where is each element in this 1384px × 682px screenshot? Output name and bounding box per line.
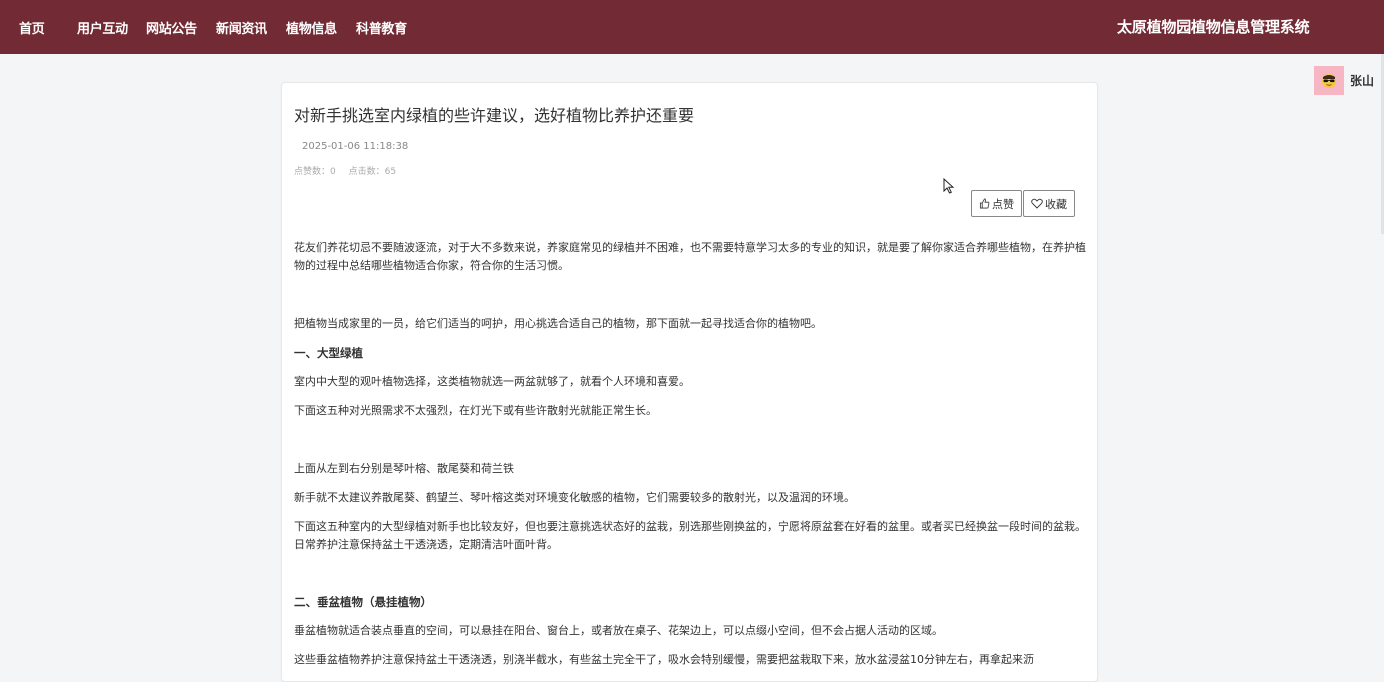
user-name[interactable]: 张山 [1350,72,1374,89]
user-menu[interactable]: 张山 [1314,66,1374,95]
article-card: 对新手挑选室内绿植的些许建议，选好植物比养护还重要 2025-01-06 11:… [281,82,1098,682]
favorite-button-label: 收藏 [1045,197,1067,211]
article-paragraph: 花友们养花切忌不要随波逐流，对于大不多数来说，养家庭常见的绿植并不困难，也不需要… [294,241,1086,272]
article-date: 2025-01-06 11:18:38 [302,141,409,152]
nav-item-news[interactable]: 新闻资讯 [216,18,267,37]
article-actions: 点赞 收藏 [971,190,1075,217]
heart-icon [1031,198,1043,209]
section-heading: 二、垂盆植物（悬挂植物） [294,595,432,609]
article-paragraph: 把植物当成家里的一员，给它们适当的呵护，用心挑选合适自己的植物，那下面就一起寻找… [294,317,822,330]
article-stats: 点赞数：0 点击数：65 [294,164,406,177]
section-heading: 一、大型绿植 [294,346,363,360]
likes-count: 点赞数：0 [294,167,336,177]
sunglasses-face-icon [1322,73,1336,88]
article-paragraph: 垂盆植物就适合装点垂直的空间，可以悬挂在阳台、窗台上，或者放在桌子、花架边上，可… [294,624,943,637]
clicks-count: 点击数：65 [348,167,397,177]
article-paragraph: 下面这五种对光照需求不太强烈，在灯光下或有些许散射光就能正常生长。 [294,404,657,417]
nav-item-plant-info[interactable]: 植物信息 [286,18,337,37]
site-title: 太原植物园植物信息管理系统 [1117,18,1310,36]
article-paragraph: 下面这五种室内的大型绿植对新手也比较友好，但也要注意挑选状态好的盆栽，别选那些刚… [294,520,1086,551]
mouse-cursor-icon [943,178,955,194]
favorite-button[interactable]: 收藏 [1023,190,1075,217]
top-navbar: 首页 用户互动 网站公告 新闻资讯 植物信息 科普教育 太原植物园植物信息管理系… [0,0,1384,54]
like-button[interactable]: 点赞 [971,190,1022,217]
avatar[interactable] [1314,66,1344,95]
article-paragraph: 室内中大型的观叶植物选择，这类植物就选一两盆就够了，就看个人环境和喜爱。 [294,375,690,388]
nav-item-announcements[interactable]: 网站公告 [146,18,197,37]
article-title: 对新手挑选室内绿植的些许建议，选好植物比养护还重要 [294,106,695,125]
nav-item-user-interaction[interactable]: 用户互动 [77,18,128,37]
article-paragraph: 这些垂盆植物养护注意保持盆土干透浇透，别浇半截水，有些盆土完全干了，吸水会特别缓… [294,653,1034,666]
article-paragraph: 新手就不太建议养散尾葵、鹤望兰、琴叶榕这类对环境变化敏感的植物，它们需要较多的散… [294,491,855,504]
nav-item-science-education[interactable]: 科普教育 [356,18,407,37]
nav-item-home[interactable]: 首页 [19,18,45,37]
like-button-label: 点赞 [992,197,1014,211]
thumbs-up-icon [979,198,990,209]
article-paragraph: 上面从左到右分别是琴叶榕、散尾葵和荷兰铁 [294,462,514,475]
